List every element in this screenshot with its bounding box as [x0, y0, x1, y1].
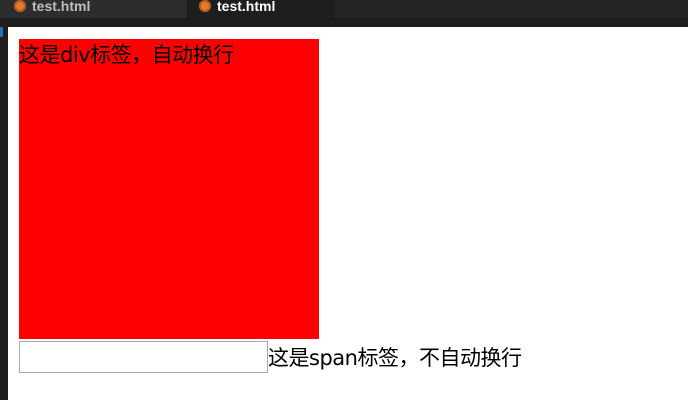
- preview-left-border: [0, 27, 8, 400]
- editor-tab-bar: test.html test.html: [0, 0, 688, 19]
- tab-label: test.html: [32, 0, 91, 14]
- editor-tab-active[interactable]: test.html: [187, 0, 335, 18]
- browser-preview: 这是div标签，自动换行 这是span标签，不自动换行: [8, 27, 688, 400]
- text-input[interactable]: [19, 341, 268, 373]
- span-text: 这是span标签，不自动换行: [268, 346, 522, 370]
- editor-tab[interactable]: test.html: [0, 0, 186, 18]
- inline-row: 这是span标签，不自动换行: [19, 339, 522, 375]
- red-div-block: 这是div标签，自动换行: [19, 39, 319, 339]
- html-file-icon: [14, 0, 26, 12]
- div-text: 这是div标签，自动换行: [19, 43, 234, 67]
- tab-label: test.html: [217, 0, 276, 14]
- tab-bar-empty-area: [336, 0, 688, 18]
- activity-indicator: [0, 27, 3, 37]
- html-file-icon: [199, 0, 211, 12]
- preview-top-border: [0, 19, 688, 27]
